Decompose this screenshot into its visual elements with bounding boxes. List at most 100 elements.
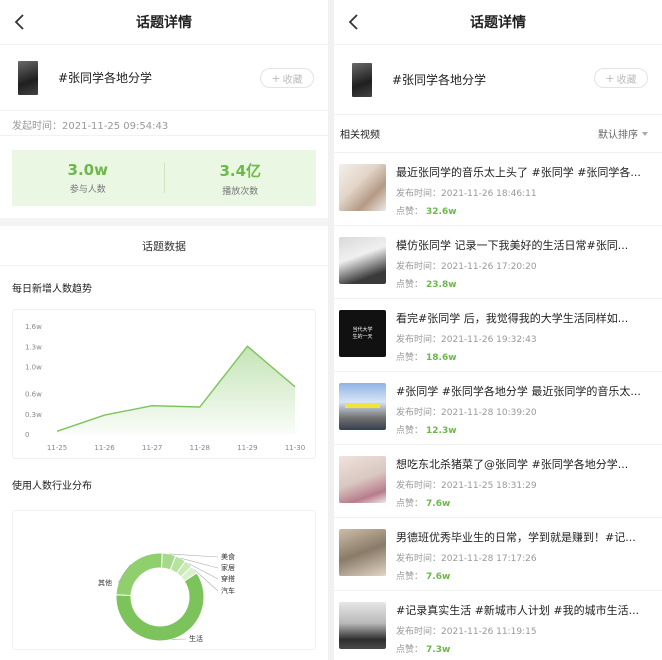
favorite-label: 收藏 — [616, 74, 637, 86]
publish-time-label: 发布时间： — [396, 408, 442, 418]
y-tick-label: 1.0w — [25, 364, 42, 372]
video-thumbnail — [339, 602, 386, 649]
video-item[interactable]: #张同学 #张同学各地分学 最近张同学的音乐太... 发布时间：2021-11-… — [334, 371, 662, 444]
launch-time: 发起时间：2021-11-25 09:54:43 — [0, 110, 328, 136]
publish-time-value: 2021-11-28 10:39:20 — [441, 408, 537, 418]
y-tick-label: 0.3w — [25, 411, 42, 419]
stat-label: 播放次数 — [222, 186, 259, 197]
launch-time-value: 2021-11-25 09:54:43 — [62, 121, 169, 132]
pie-label: 汽车 — [221, 586, 235, 595]
video-thumbnail: 当代大学生的一天 — [339, 310, 386, 357]
video-likes: 点赞： 32.6w — [396, 204, 654, 217]
back-arrow-icon[interactable] — [344, 12, 364, 32]
trend-chart-card: 0 0.3w 0.6w 1.0w 1.3w 1.6w 11-25 11-26 11-27 11-2… — [12, 309, 316, 459]
x-tick-label: 11-25 — [47, 444, 67, 452]
pie-slice-其他 — [115, 552, 163, 597]
video-item[interactable]: 想吃东北杀猪菜了@张同学 #张同学各地分学... 发布时间：2021-11-25… — [334, 444, 662, 517]
video-publish-time: 发布时间：2021-11-28 17:17:26 — [396, 551, 654, 564]
video-item[interactable]: #记录真实生活 #新城市人计划 #我的城市生活... 发布时间：2021-11-… — [334, 590, 662, 660]
topic-videos-panel: 话题详情 #张同学各地分学 + 收藏 相关视频 默认排序 最近张同学的音乐太上头… — [334, 0, 662, 660]
video-list-title: 相关视频 — [340, 130, 380, 141]
plus-icon: + — [605, 71, 615, 85]
likes-value: 7.6w — [426, 572, 451, 582]
topic-name: #张同学各地分学 — [58, 71, 153, 85]
video-thumbnail — [339, 383, 386, 430]
industry-pie-chart: 生活 其他 美食家居穿搭汽车 — [98, 552, 235, 643]
video-item[interactable]: 最近张同学的音乐太上头了 #张同学 #张同学各... 发布时间：2021-11-… — [334, 152, 662, 225]
publish-time-label: 发布时间： — [396, 262, 442, 272]
publish-time-value: 2021-11-26 17:20:20 — [441, 262, 537, 272]
pie-label: 穿搭 — [221, 574, 235, 583]
trend-area — [57, 346, 295, 434]
data-section-title: 话题数据 — [0, 226, 328, 266]
video-thumbnail — [339, 456, 386, 503]
plus-icon: + — [271, 71, 281, 85]
topic-header: #张同学各地分学 + 收藏 — [334, 44, 662, 114]
video-likes: 点赞： 7.3w — [396, 642, 654, 655]
industry-chart-title: 使用人数行业分布 — [12, 481, 92, 492]
video-likes: 点赞： 7.6w — [396, 496, 654, 509]
likes-value: 7.3w — [426, 645, 451, 655]
topic-cover-image — [18, 60, 38, 95]
pie-label: 家居 — [221, 563, 235, 572]
likes-value: 32.6w — [426, 207, 457, 217]
video-title: 看完#张同学 后，我觉得我的大学生活同样如... — [396, 312, 629, 325]
sort-dropdown[interactable]: 默认排序 — [598, 126, 648, 141]
video-item[interactable]: 男德班优秀毕业生的日常，学到就是赚到！#记... 发布时间：2021-11-28… — [334, 517, 662, 590]
y-tick-label: 1.6w — [25, 323, 42, 331]
publish-time-label: 发布时间： — [396, 335, 442, 345]
video-item[interactable]: 当代大学生的一天 看完#张同学 后，我觉得我的大学生活同样如... 发布时间：2… — [334, 298, 662, 371]
likes-label: 点赞： — [396, 499, 424, 509]
thumbnail-caption: 当代大学生的一天 — [352, 326, 373, 340]
likes-label: 点赞： — [396, 280, 424, 290]
x-tick-label: 11-27 — [142, 444, 162, 452]
nav-bar: 话题详情 — [334, 0, 662, 44]
video-title: 模仿张同学 记录一下我美好的生活日常#张同... — [396, 239, 629, 252]
pie-label: 生活 — [189, 634, 203, 643]
topic-header: #张同学各地分学 + 收藏 — [0, 44, 328, 110]
stat-label: 参与人数 — [69, 185, 106, 195]
likes-label: 点赞： — [396, 572, 424, 582]
y-tick-label: 0 — [25, 431, 29, 439]
nav-bar: 话题详情 — [0, 0, 328, 44]
video-likes: 点赞： 12.3w — [396, 423, 654, 436]
video-info: #张同学 #张同学各地分学 最近张同学的音乐太... 发布时间：2021-11-… — [396, 383, 654, 436]
topic-detail-panel: 话题详情 #张同学各地分学 + 收藏 发起时间：2021-11-25 09:54… — [0, 0, 328, 660]
favorite-label: 收藏 — [282, 74, 303, 86]
back-arrow-icon[interactable] — [10, 12, 30, 32]
publish-time-value: 2021-11-26 11:19:15 — [441, 627, 537, 637]
publish-time-label: 发布时间： — [396, 481, 442, 491]
pie-label: 美食 — [221, 552, 235, 561]
topic-cover-image — [352, 62, 372, 97]
video-publish-time: 发布时间：2021-11-26 11:19:15 — [396, 624, 654, 637]
y-tick-label: 0.6w — [25, 391, 42, 399]
trend-chart-title: 每日新增人数趋势 — [12, 284, 92, 295]
publish-time-label: 发布时间： — [396, 189, 442, 199]
likes-label: 点赞： — [396, 353, 424, 363]
likes-value: 12.3w — [426, 426, 457, 436]
favorite-button[interactable]: + 收藏 — [260, 68, 314, 88]
stat-value: 3.0w — [67, 161, 108, 179]
x-tick-label: 11-30 — [285, 444, 305, 452]
video-info: 男德班优秀毕业生的日常，学到就是赚到！#记... 发布时间：2021-11-28… — [396, 529, 654, 582]
stats-card: 3.0w 参与人数 3.4亿 播放次数 — [12, 150, 316, 206]
likes-label: 点赞： — [396, 207, 424, 217]
video-publish-time: 发布时间：2021-11-26 19:32:43 — [396, 332, 654, 345]
video-info: 想吃东北杀猪菜了@张同学 #张同学各地分学... 发布时间：2021-11-25… — [396, 456, 654, 509]
trend-chart: 0 0.3w 0.6w 1.0w 1.3w 1.6w 11-25 11-26 11-27 11-2… — [25, 323, 305, 452]
likes-value: 18.6w — [426, 353, 457, 363]
publish-time-value: 2021-11-26 19:32:43 — [441, 335, 537, 345]
video-likes: 点赞： 18.6w — [396, 350, 654, 363]
video-list-header: 相关视频 默认排序 — [334, 114, 662, 152]
likes-label: 点赞： — [396, 426, 424, 436]
x-tick-label: 11-29 — [237, 444, 257, 452]
likes-value: 7.6w — [426, 499, 451, 509]
topic-name: #张同学各地分学 — [392, 73, 487, 87]
video-publish-time: 发布时间：2021-11-26 18:46:11 — [396, 186, 654, 199]
video-item[interactable]: 模仿张同学 记录一下我美好的生活日常#张同... 发布时间：2021-11-26… — [334, 225, 662, 298]
caret-down-icon — [642, 131, 648, 136]
launch-time-label: 发起时间： — [12, 121, 62, 132]
likes-value: 23.8w — [426, 280, 457, 290]
video-publish-time: 发布时间：2021-11-25 18:31:29 — [396, 478, 654, 491]
favorite-button[interactable]: + 收藏 — [594, 68, 648, 88]
